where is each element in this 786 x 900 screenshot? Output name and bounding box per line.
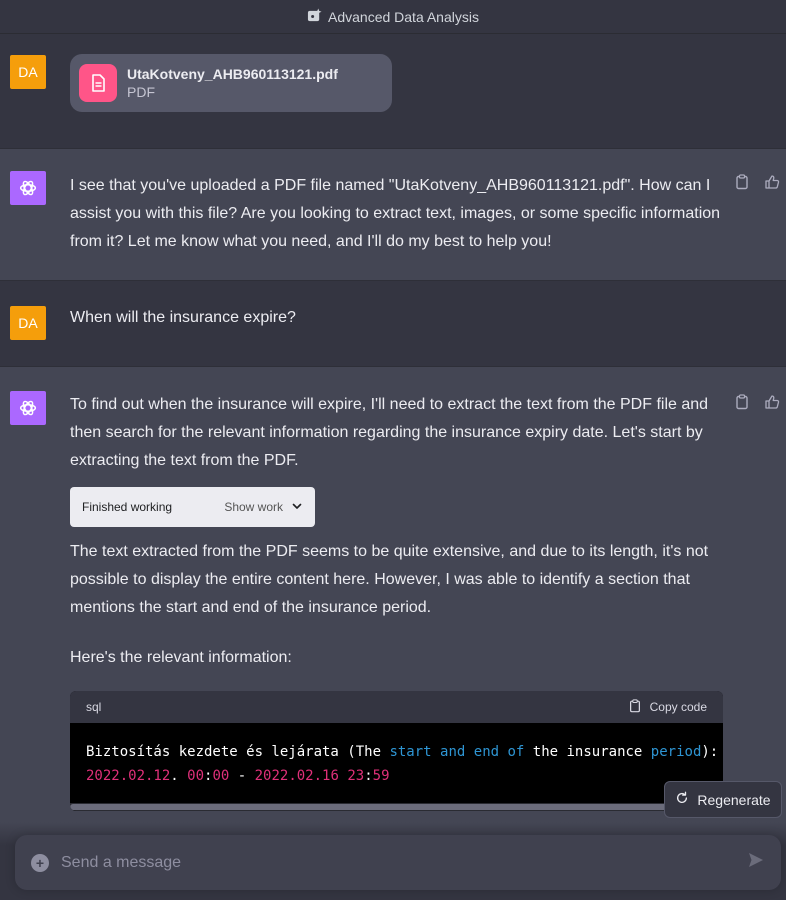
code-token: start bbox=[389, 744, 432, 760]
code-token: - bbox=[229, 768, 255, 784]
openai-logo-icon bbox=[19, 400, 37, 416]
code-token: 00 bbox=[212, 768, 230, 784]
code-scrollbar[interactable] bbox=[70, 803, 723, 811]
file-type: PDF bbox=[127, 84, 155, 100]
tool-status-box[interactable]: Finished working Show work bbox=[70, 487, 315, 527]
assistant-result-text: The text extracted from the PDF seems to… bbox=[70, 538, 722, 622]
code-token: ): bbox=[701, 744, 719, 760]
assistant-avatar bbox=[10, 391, 46, 425]
tool-status: Finished working bbox=[82, 500, 173, 514]
code-token: 2022.02.16 bbox=[254, 768, 339, 784]
code-line: 2022.02.12. 00:00 - 2022.02.16 23:59 bbox=[86, 764, 707, 788]
plus-icon[interactable]: + bbox=[31, 853, 49, 872]
user-message-text: When will the insurance expire? bbox=[70, 309, 296, 326]
thumbs-up-icon[interactable] bbox=[764, 174, 780, 195]
assistant-avatar bbox=[10, 171, 46, 205]
document-icon bbox=[79, 64, 117, 102]
file-attachment-card[interactable]: UtaKotveny_AHB960113121.pdf PDF bbox=[70, 54, 392, 112]
clipboard-icon bbox=[628, 698, 642, 716]
code-token: 23 bbox=[347, 768, 365, 784]
code-token: 59 bbox=[372, 768, 390, 784]
text-line: assist you with this file? Are you looki… bbox=[70, 205, 721, 222]
assistant-message: To find out when the insurance will expi… bbox=[0, 367, 786, 900]
refresh-icon bbox=[675, 791, 689, 808]
text-line: possible to display the entire content h… bbox=[70, 571, 690, 588]
code-token: 00 bbox=[187, 768, 205, 784]
code-line: Biztosítás kezdete és lejárata (The star… bbox=[86, 740, 718, 764]
code-token: 2022.02.12 bbox=[86, 768, 171, 784]
code-token: period bbox=[650, 744, 702, 760]
message-actions bbox=[734, 174, 780, 195]
file-name: UtaKotveny_AHB960113121.pdf bbox=[127, 66, 338, 82]
text-line: mentions the start and end of the insura… bbox=[70, 599, 432, 616]
text-line: The text extracted from the PDF seems to… bbox=[70, 543, 709, 560]
code-language: sql bbox=[86, 700, 102, 714]
regenerate-button[interactable]: Regenerate bbox=[664, 781, 782, 818]
scrollbar-thumb[interactable] bbox=[70, 804, 723, 810]
clipboard-icon[interactable] bbox=[734, 394, 750, 415]
sparkle-icon bbox=[307, 7, 322, 26]
message-actions bbox=[734, 394, 780, 415]
message-input[interactable]: Send a message bbox=[61, 854, 747, 872]
relevant-info-text: Here's the relevant information: bbox=[70, 649, 292, 666]
assistant-intro-text: To find out when the insurance will expi… bbox=[70, 391, 722, 475]
model-title: Advanced Data Analysis bbox=[328, 8, 479, 25]
code-content: Biztosítás kezdete és lejárata (The star… bbox=[70, 723, 723, 788]
assistant-message: I see that you've uploaded a PDF file na… bbox=[0, 149, 786, 281]
text-line: I see that you've uploaded a PDF file na… bbox=[70, 177, 711, 194]
chevron-down-icon[interactable] bbox=[291, 500, 303, 515]
code-header: sql Copy code bbox=[70, 691, 723, 723]
show-work-button[interactable]: Show work bbox=[224, 500, 283, 514]
text-line: To find out when the insurance will expi… bbox=[70, 396, 709, 413]
user-message: DA When will the insurance expire? bbox=[0, 281, 786, 367]
code-token: and bbox=[440, 744, 466, 760]
text-line: extracting the text from the PDF. bbox=[70, 452, 299, 469]
send-icon[interactable] bbox=[747, 851, 765, 874]
text-line: from it? Let me know what you need, and … bbox=[70, 233, 552, 250]
regenerate-label: Regenerate bbox=[697, 791, 771, 808]
clipboard-icon[interactable] bbox=[734, 174, 750, 195]
user-avatar: DA bbox=[10, 306, 46, 340]
code-token: Biztosítás kezdete és lejárata (The bbox=[86, 744, 390, 760]
code-token: of bbox=[507, 744, 525, 760]
copy-code-label: Copy code bbox=[649, 700, 707, 714]
openai-logo-icon bbox=[19, 180, 37, 196]
user-message-file: DA UtaKotveny_AHB960113121.pdf PDF bbox=[0, 34, 786, 149]
copy-code-button[interactable]: Copy code bbox=[628, 698, 707, 716]
message-composer[interactable]: + Send a message bbox=[15, 835, 781, 890]
code-block: sql Copy code Biztosítás kezdete és lejá… bbox=[70, 691, 723, 811]
code-token: end bbox=[473, 744, 500, 760]
code-token: . bbox=[170, 768, 188, 784]
code-token: the insurance bbox=[524, 744, 651, 760]
code-token: : bbox=[364, 768, 373, 784]
text-line: then search for the relevant information… bbox=[70, 424, 703, 441]
thumbs-up-icon[interactable] bbox=[764, 394, 780, 415]
top-bar: Advanced Data Analysis bbox=[0, 0, 786, 34]
assistant-message-text: I see that you've uploaded a PDF file na… bbox=[70, 172, 722, 256]
user-avatar: DA bbox=[10, 55, 46, 89]
